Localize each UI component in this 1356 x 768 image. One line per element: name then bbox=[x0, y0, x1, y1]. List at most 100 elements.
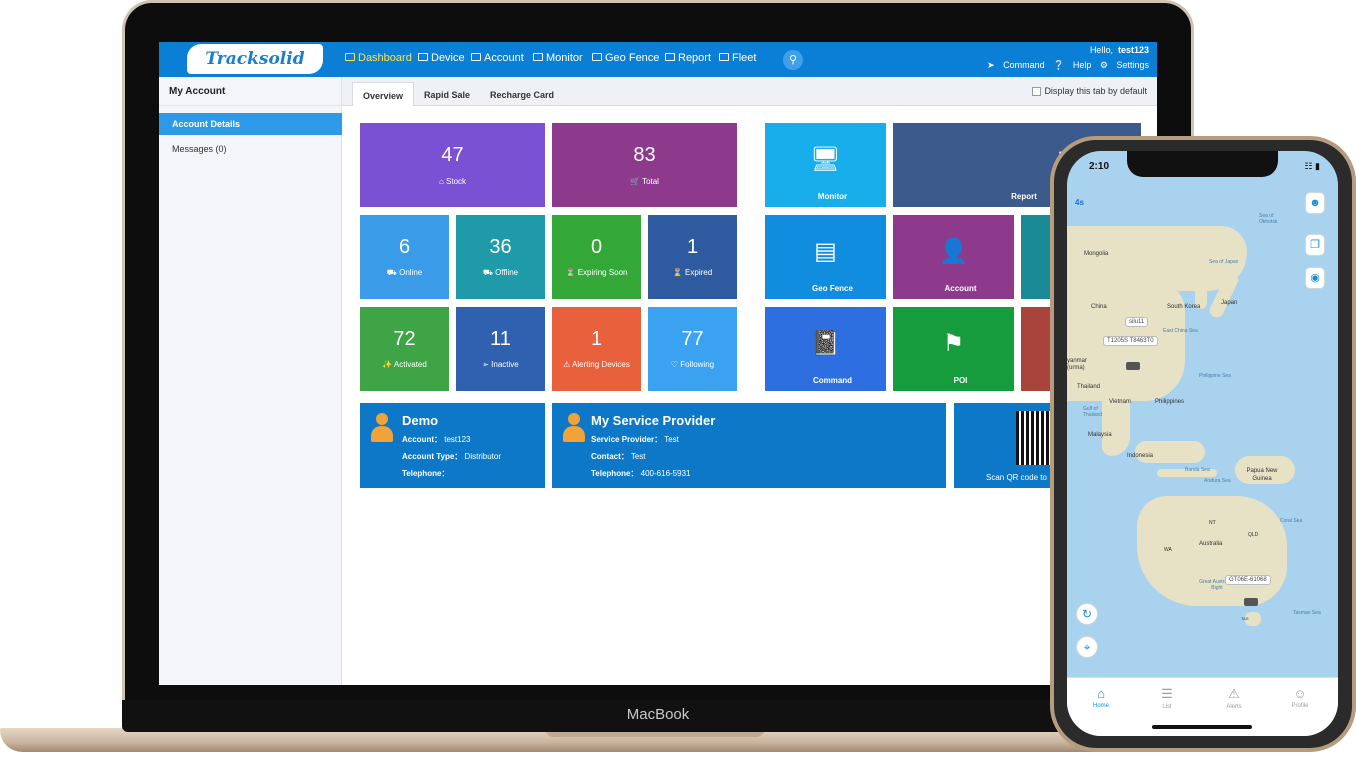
stat-following[interactable]: 77 ♡ Following bbox=[648, 307, 737, 391]
tab-home[interactable]: ⌂ Home bbox=[1076, 686, 1126, 709]
refresh-countdown: 4s bbox=[1075, 198, 1084, 207]
nav-geo-fence[interactable]: Geo Fence bbox=[592, 52, 659, 64]
app-label: Command bbox=[812, 376, 853, 385]
search-icon: ⚲ bbox=[788, 54, 798, 66]
stat-total[interactable]: 83 🛒 Total bbox=[552, 123, 737, 207]
account-name: Demo bbox=[402, 413, 439, 428]
vehicle-label[interactable]: GT06E-61068 bbox=[1225, 575, 1271, 585]
stat-activated[interactable]: 72 ✨ Activated bbox=[360, 307, 449, 391]
refresh-button[interactable]: ↻ bbox=[1076, 603, 1098, 625]
nav-report[interactable]: Report bbox=[665, 52, 711, 64]
app-label: Monitor bbox=[817, 192, 848, 201]
nav-dashboard[interactable]: Dashboard bbox=[345, 52, 412, 64]
tab-label: Profile bbox=[1291, 703, 1309, 709]
geofence-icon bbox=[592, 53, 602, 61]
user-icon: ☺ bbox=[1293, 686, 1307, 701]
vehicle-label[interactable]: silu11 bbox=[1125, 317, 1149, 327]
app-account[interactable]: 👤 Account bbox=[893, 215, 1014, 299]
field-label: Account Type： bbox=[402, 452, 463, 461]
laptop-brand: MacBook bbox=[122, 700, 1194, 732]
profile-map-button[interactable]: ☻ bbox=[1305, 192, 1325, 214]
user-gear-icon: 👤 bbox=[938, 238, 969, 265]
vehicle-car-icon[interactable] bbox=[1126, 362, 1140, 370]
field-label: Service Provider： bbox=[591, 435, 663, 444]
app-label: Account bbox=[944, 284, 977, 293]
stat-value: 1 bbox=[686, 236, 699, 258]
command-link[interactable]: ➤ Command bbox=[987, 60, 1045, 70]
sea-label: Sea of Japan bbox=[1209, 259, 1239, 265]
stat-value: 36 bbox=[489, 236, 512, 258]
app-geo-fence[interactable]: ▤ Geo Fence bbox=[765, 215, 886, 299]
stat-label-text: Total bbox=[642, 177, 659, 186]
display-default-checkbox[interactable]: Display this tab by default bbox=[1032, 86, 1147, 97]
stat-expired[interactable]: 1 ⌛ Expired bbox=[648, 215, 737, 299]
provider-line: Service Provider： Test bbox=[591, 434, 679, 445]
tab-alerts[interactable]: ⚠ Alerts bbox=[1209, 686, 1259, 710]
qr-code bbox=[1016, 411, 1050, 465]
logo[interactable]: Tracksolid bbox=[187, 44, 323, 74]
field-value: Test bbox=[630, 452, 646, 461]
stat-label-text: Activated bbox=[393, 360, 427, 369]
field-value: 400-616-5931 bbox=[640, 469, 691, 478]
sparkle-icon: ✨ bbox=[382, 360, 393, 369]
help-link[interactable]: ❔ Help bbox=[1053, 60, 1091, 70]
tab-bar: Overview Rapid Sale Recharge Card Displa… bbox=[342, 77, 1157, 106]
sidebar-item-messages[interactable]: Messages (0) bbox=[159, 138, 342, 160]
phone-screen: 2:10 ☷ ▮ 4s Mongolia China South Korea J… bbox=[1067, 151, 1338, 736]
car-icon: ⛟ bbox=[482, 268, 493, 277]
stat-stock[interactable]: 47 ⌂ Stock bbox=[360, 123, 545, 207]
hourglass-icon: ⌛ bbox=[565, 268, 576, 277]
stat-label-text: Expiring Soon bbox=[577, 268, 628, 277]
stat-label: 🛒 Total bbox=[552, 177, 737, 186]
layers-button[interactable]: ❐ bbox=[1305, 234, 1325, 256]
stat-value: 72 bbox=[393, 328, 416, 350]
tab-profile[interactable]: ☺ Profile bbox=[1275, 686, 1325, 709]
layers-icon: ❐ bbox=[1310, 239, 1320, 251]
map-label: TAS bbox=[1241, 616, 1249, 621]
stat-offline[interactable]: 36 ⛟ Offline bbox=[456, 215, 545, 299]
nav-device[interactable]: Device bbox=[418, 52, 465, 64]
stat-label: ✨ Activated bbox=[360, 360, 449, 369]
stat-label-text: Expired bbox=[685, 268, 713, 277]
provider-title: My Service Provider bbox=[591, 413, 716, 428]
app-poi[interactable]: ⚑ POI bbox=[893, 307, 1014, 391]
tab-recharge-card[interactable]: Recharge Card bbox=[480, 82, 564, 106]
tab-rapid-sale[interactable]: Rapid Sale bbox=[414, 82, 480, 106]
home-indicator bbox=[1152, 725, 1252, 729]
locate-button[interactable]: ⌖ bbox=[1076, 636, 1098, 658]
nav-monitor[interactable]: Monitor bbox=[533, 52, 583, 64]
stat-label: ⌛ Expiring Soon bbox=[552, 268, 641, 277]
account-type-line: Account Type： Distributor bbox=[402, 451, 501, 462]
stat-inactive[interactable]: 11 ➢ Inactive bbox=[456, 307, 545, 391]
tab-overview[interactable]: Overview bbox=[352, 82, 415, 106]
sidebar-item-account-details[interactable]: Account Details bbox=[159, 113, 342, 135]
nav-account[interactable]: Account bbox=[471, 52, 524, 64]
tab-list[interactable]: ☰ List bbox=[1142, 686, 1192, 710]
land-borneo bbox=[1135, 441, 1205, 463]
stat-expiring-soon[interactable]: 0 ⌛ Expiring Soon bbox=[552, 215, 641, 299]
cursor-icon: ➢ bbox=[482, 360, 489, 369]
stat-alerting-devices[interactable]: 1 ⚠ Alerting Devices bbox=[552, 307, 641, 391]
account-line: Account： test123 bbox=[402, 434, 470, 445]
warning-icon: ⚠ bbox=[563, 360, 571, 369]
search-button[interactable]: ⚲ bbox=[783, 50, 803, 70]
checkbox-icon bbox=[1032, 87, 1042, 97]
hourglass-icon: ⌛ bbox=[672, 268, 683, 277]
nav-fleet[interactable]: Fleet bbox=[719, 52, 756, 64]
map-label: Japan bbox=[1221, 300, 1238, 306]
username: test123 bbox=[1117, 45, 1149, 55]
stat-online[interactable]: 6 ⛟ Online bbox=[360, 215, 449, 299]
stat-label: ➢ Inactive bbox=[456, 360, 545, 369]
nav-label: Report bbox=[678, 52, 712, 64]
vehicle-car-icon[interactable] bbox=[1244, 598, 1258, 606]
stat-label: ♡ Following bbox=[648, 360, 737, 369]
vehicle-label[interactable]: T1205S T8463T0 bbox=[1103, 336, 1158, 346]
sea-label: Coral Sea bbox=[1280, 518, 1303, 524]
settings-link[interactable]: ⚙ Settings bbox=[1100, 60, 1149, 70]
app-monitor[interactable]: 🖥 Monitor bbox=[765, 123, 886, 207]
warehouse-icon: ⌂ bbox=[438, 177, 444, 186]
app-command[interactable]: 📓 Command bbox=[765, 307, 886, 391]
map-label: yanmar (urma) bbox=[1067, 358, 1088, 371]
traffic-button[interactable]: ◉ bbox=[1305, 267, 1325, 289]
list-icon: ☰ bbox=[1161, 686, 1173, 701]
